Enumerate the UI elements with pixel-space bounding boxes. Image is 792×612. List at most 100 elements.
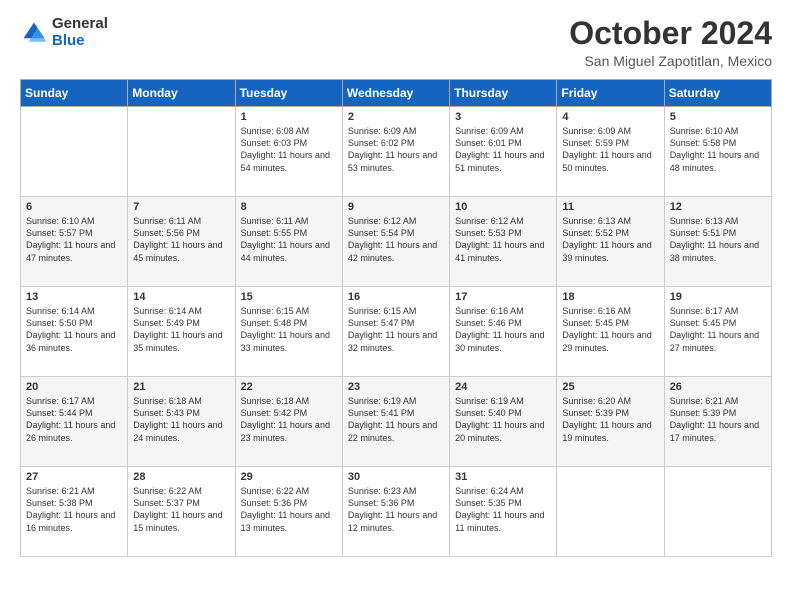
day-number: 30 [348, 471, 444, 483]
day-number: 19 [670, 291, 766, 303]
day-number: 24 [455, 381, 551, 393]
day-content: Sunrise: 6:09 AM Sunset: 5:59 PM Dayligh… [562, 125, 658, 174]
day-content: Sunrise: 6:12 AM Sunset: 5:53 PM Dayligh… [455, 215, 551, 264]
calendar-cell: 22 Sunrise: 6:18 AM Sunset: 5:42 PM Dayli… [235, 377, 342, 467]
day-number: 8 [241, 201, 337, 213]
day-number: 5 [670, 111, 766, 123]
day-number: 9 [348, 201, 444, 213]
day-content: Sunrise: 6:14 AM Sunset: 5:49 PM Dayligh… [133, 305, 229, 354]
header-day-sunday: Sunday [21, 80, 128, 107]
day-content: Sunrise: 6:19 AM Sunset: 5:40 PM Dayligh… [455, 395, 551, 444]
logo-icon [20, 19, 48, 47]
day-content: Sunrise: 6:21 AM Sunset: 5:38 PM Dayligh… [26, 485, 122, 534]
calendar-cell: 20 Sunrise: 6:17 AM Sunset: 5:44 PM Dayli… [21, 377, 128, 467]
calendar-cell: 11Sunrise: 6:13 AM Sunset: 5:52 PM Dayli… [557, 197, 664, 287]
calendar-cell [128, 107, 235, 197]
calendar-cell: 3Sunrise: 6:09 AM Sunset: 6:01 PM Daylig… [450, 107, 557, 197]
logo-blue-label: Blue [52, 33, 108, 50]
calendar-cell: 24 Sunrise: 6:19 AM Sunset: 5:40 PM Dayli… [450, 377, 557, 467]
day-content: Sunrise: 6:21 AM Sunset: 5:39 PM Dayligh… [670, 395, 766, 444]
header-row: SundayMondayTuesdayWednesdayThursdayFrid… [21, 80, 772, 107]
day-number: 13 [26, 291, 122, 303]
day-number: 29 [241, 471, 337, 483]
calendar-cell: 13 Sunrise: 6:14 AM Sunset: 5:50 PM Dayli… [21, 287, 128, 377]
logo-text: General Blue [52, 16, 108, 49]
day-number: 26 [670, 381, 766, 393]
day-number: 10 [455, 201, 551, 213]
day-content: Sunrise: 6:16 AM Sunset: 5:46 PM Dayligh… [455, 305, 551, 354]
header-day-wednesday: Wednesday [342, 80, 449, 107]
calendar-cell [21, 107, 128, 197]
day-number: 22 [241, 381, 337, 393]
day-content: Sunrise: 6:17 AM Sunset: 5:44 PM Dayligh… [26, 395, 122, 444]
day-content: Sunrise: 6:11 AM Sunset: 5:55 PM Dayligh… [241, 215, 337, 264]
calendar-cell: 27Sunrise: 6:21 AM Sunset: 5:38 PM Dayli… [21, 467, 128, 557]
calendar-cell: 4 Sunrise: 6:09 AM Sunset: 5:59 PM Daylig… [557, 107, 664, 197]
title-block: October 2024 San Miguel Zapotitlan, Mexi… [569, 16, 772, 69]
day-content: Sunrise: 6:10 AM Sunset: 5:57 PM Dayligh… [26, 215, 122, 264]
day-content: Sunrise: 6:19 AM Sunset: 5:41 PM Dayligh… [348, 395, 444, 444]
logo-general-label: General [52, 16, 108, 33]
header-day-monday: Monday [128, 80, 235, 107]
day-content: Sunrise: 6:10 AM Sunset: 5:58 PM Dayligh… [670, 125, 766, 174]
day-number: 20 [26, 381, 122, 393]
month-title: October 2024 [569, 16, 772, 51]
day-content: Sunrise: 6:23 AM Sunset: 5:36 PM Dayligh… [348, 485, 444, 534]
day-content: Sunrise: 6:09 AM Sunset: 6:02 PM Dayligh… [348, 125, 444, 174]
day-number: 1 [241, 111, 337, 123]
calendar-cell: 18Sunrise: 6:16 AM Sunset: 5:45 PM Dayli… [557, 287, 664, 377]
calendar-header: SundayMondayTuesdayWednesdayThursdayFrid… [21, 80, 772, 107]
day-content: Sunrise: 6:18 AM Sunset: 5:43 PM Dayligh… [133, 395, 229, 444]
calendar-cell: 16Sunrise: 6:15 AM Sunset: 5:47 PM Dayli… [342, 287, 449, 377]
calendar-cell: 30 Sunrise: 6:23 AM Sunset: 5:36 PM Dayli… [342, 467, 449, 557]
day-content: Sunrise: 6:22 AM Sunset: 5:37 PM Dayligh… [133, 485, 229, 534]
calendar-cell: 10 Sunrise: 6:12 AM Sunset: 5:53 PM Dayli… [450, 197, 557, 287]
day-content: Sunrise: 6:13 AM Sunset: 5:52 PM Dayligh… [562, 215, 658, 264]
calendar-cell: 25Sunrise: 6:20 AM Sunset: 5:39 PM Dayli… [557, 377, 664, 467]
header-day-tuesday: Tuesday [235, 80, 342, 107]
week-row-5: 27Sunrise: 6:21 AM Sunset: 5:38 PM Dayli… [21, 467, 772, 557]
header: General Blue October 2024 San Miguel Zap… [20, 16, 772, 69]
day-number: 3 [455, 111, 551, 123]
week-row-2: 6Sunrise: 6:10 AM Sunset: 5:57 PM Daylig… [21, 197, 772, 287]
calendar-cell: 28 Sunrise: 6:22 AM Sunset: 5:37 PM Dayli… [128, 467, 235, 557]
day-content: Sunrise: 6:17 AM Sunset: 5:45 PM Dayligh… [670, 305, 766, 354]
calendar-cell: 31Sunrise: 6:24 AM Sunset: 5:35 PM Dayli… [450, 467, 557, 557]
calendar-cell [664, 467, 771, 557]
calendar-cell: 8 Sunrise: 6:11 AM Sunset: 5:55 PM Daylig… [235, 197, 342, 287]
day-content: Sunrise: 6:14 AM Sunset: 5:50 PM Dayligh… [26, 305, 122, 354]
calendar-table: SundayMondayTuesdayWednesdayThursdayFrid… [20, 79, 772, 557]
day-number: 12 [670, 201, 766, 213]
day-content: Sunrise: 6:24 AM Sunset: 5:35 PM Dayligh… [455, 485, 551, 534]
day-number: 21 [133, 381, 229, 393]
day-number: 4 [562, 111, 658, 123]
calendar-cell: 12Sunrise: 6:13 AM Sunset: 5:51 PM Dayli… [664, 197, 771, 287]
calendar-cell: 19 Sunrise: 6:17 AM Sunset: 5:45 PM Dayli… [664, 287, 771, 377]
calendar-cell: 23 Sunrise: 6:19 AM Sunset: 5:41 PM Dayli… [342, 377, 449, 467]
calendar-cell: 2Sunrise: 6:09 AM Sunset: 6:02 PM Daylig… [342, 107, 449, 197]
day-number: 23 [348, 381, 444, 393]
calendar-cell [557, 467, 664, 557]
logo: General Blue [20, 16, 108, 49]
calendar-cell: 7Sunrise: 6:11 AM Sunset: 5:56 PM Daylig… [128, 197, 235, 287]
header-day-friday: Friday [557, 80, 664, 107]
day-content: Sunrise: 6:08 AM Sunset: 6:03 PM Dayligh… [241, 125, 337, 174]
calendar-cell: 17 Sunrise: 6:16 AM Sunset: 5:46 PM Dayli… [450, 287, 557, 377]
calendar-cell: 14Sunrise: 6:14 AM Sunset: 5:49 PM Dayli… [128, 287, 235, 377]
page: General Blue October 2024 San Miguel Zap… [0, 0, 792, 612]
week-row-4: 20 Sunrise: 6:17 AM Sunset: 5:44 PM Dayli… [21, 377, 772, 467]
calendar-cell: 26 Sunrise: 6:21 AM Sunset: 5:39 PM Dayli… [664, 377, 771, 467]
day-content: Sunrise: 6:20 AM Sunset: 5:39 PM Dayligh… [562, 395, 658, 444]
day-content: Sunrise: 6:12 AM Sunset: 5:54 PM Dayligh… [348, 215, 444, 264]
day-number: 15 [241, 291, 337, 303]
day-number: 7 [133, 201, 229, 213]
day-number: 28 [133, 471, 229, 483]
calendar-body: 1 Sunrise: 6:08 AM Sunset: 6:03 PM Daylig… [21, 107, 772, 557]
day-content: Sunrise: 6:18 AM Sunset: 5:42 PM Dayligh… [241, 395, 337, 444]
calendar-cell: 29Sunrise: 6:22 AM Sunset: 5:36 PM Dayli… [235, 467, 342, 557]
week-row-3: 13 Sunrise: 6:14 AM Sunset: 5:50 PM Dayli… [21, 287, 772, 377]
calendar-cell: 6Sunrise: 6:10 AM Sunset: 5:57 PM Daylig… [21, 197, 128, 287]
calendar-cell: 9 Sunrise: 6:12 AM Sunset: 5:54 PM Daylig… [342, 197, 449, 287]
location-title: San Miguel Zapotitlan, Mexico [569, 53, 772, 69]
day-number: 17 [455, 291, 551, 303]
